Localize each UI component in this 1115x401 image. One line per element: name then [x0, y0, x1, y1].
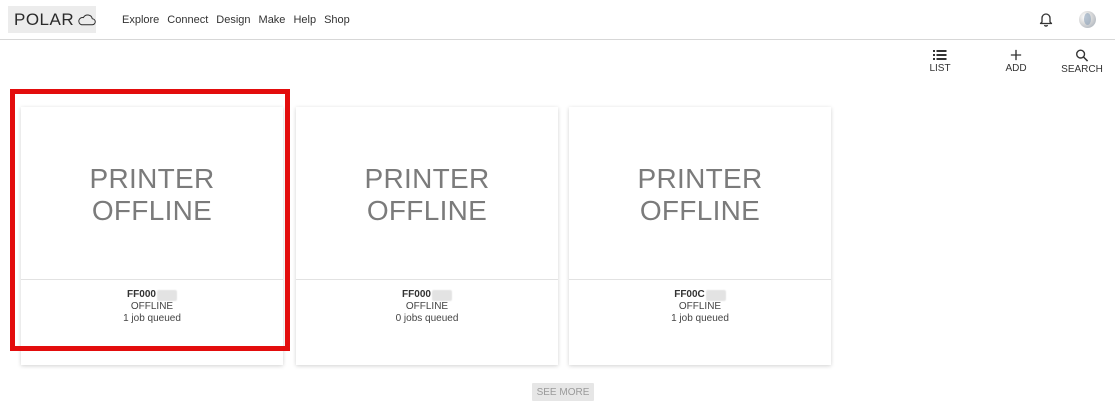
printer-card[interactable]: PRINTER OFFLINE FF000 OFFLINE 1 job queu… [21, 107, 283, 365]
printer-id-row: FF000 [296, 289, 558, 301]
add-button[interactable]: ADD [990, 49, 1042, 74]
list-icon [933, 50, 947, 60]
status-line-1: PRINTER [89, 163, 215, 194]
printer-card[interactable]: PRINTER OFFLINE FF000 OFFLINE 0 jobs que… [296, 107, 558, 365]
polar-logo[interactable]: POLAR [8, 6, 96, 33]
avatar[interactable] [1079, 11, 1096, 28]
search-icon [1076, 49, 1089, 62]
list-button[interactable]: LIST [914, 49, 966, 74]
status-line-2: OFFLINE [639, 195, 761, 226]
printer-state: OFFLINE [678, 301, 722, 312]
nav-help[interactable]: Help [293, 12, 316, 28]
nav-shop[interactable]: Shop [324, 12, 350, 28]
printer-status-preview: PRINTER OFFLINE [296, 107, 558, 280]
printer-id-row: FF000 [21, 289, 283, 301]
see-more-button[interactable]: SEE MORE [532, 383, 594, 401]
printer-info: FF00C OFFLINE 1 job queued [569, 289, 831, 325]
logo-text: POLAR [14, 10, 75, 29]
redacted-id-suffix [156, 289, 177, 301]
printer-status-preview: PRINTER OFFLINE [569, 107, 831, 280]
nav-design[interactable]: Design [216, 12, 250, 28]
printer-state: OFFLINE [405, 301, 449, 312]
nav-make[interactable]: Make [259, 12, 286, 28]
printer-queue: 1 job queued [123, 313, 181, 324]
printer-queue: 1 job queued [671, 313, 729, 324]
add-label: ADD [1005, 63, 1027, 74]
cloud-icon [78, 14, 96, 25]
status-line-1: PRINTER [637, 163, 763, 194]
status-line-1: PRINTER [364, 163, 490, 194]
main-nav: Explore Connect Design Make Help Shop [122, 12, 358, 28]
redacted-id-suffix [705, 289, 726, 301]
printer-id-row: FF00C [569, 289, 831, 301]
nav-connect[interactable]: Connect [167, 12, 208, 28]
top-navigation-bar: POLAR Explore Connect Design Make Help S… [0, 0, 1115, 40]
status-line-2: OFFLINE [366, 195, 488, 226]
printer-status-preview: PRINTER OFFLINE [21, 107, 283, 280]
printer-id: FF000 [127, 289, 156, 300]
redacted-id-suffix [431, 289, 452, 301]
printer-queue: 0 jobs queued [395, 313, 459, 324]
printer-id: FF00C [674, 289, 705, 300]
printer-state: OFFLINE [130, 301, 174, 312]
printer-info: FF000 OFFLINE 1 job queued [21, 289, 283, 325]
status-line-2: OFFLINE [91, 195, 213, 226]
plus-icon [1010, 49, 1022, 61]
search-label: SEARCH [1061, 64, 1103, 75]
printer-id: FF000 [402, 289, 431, 300]
nav-explore[interactable]: Explore [122, 12, 159, 28]
printer-info: FF000 OFFLINE 0 jobs queued [296, 289, 558, 325]
list-label: LIST [929, 63, 951, 74]
search-button[interactable]: SEARCH [1056, 49, 1108, 75]
bell-icon[interactable] [1037, 10, 1055, 28]
printer-card[interactable]: PRINTER OFFLINE FF00C OFFLINE 1 job queu… [569, 107, 831, 365]
